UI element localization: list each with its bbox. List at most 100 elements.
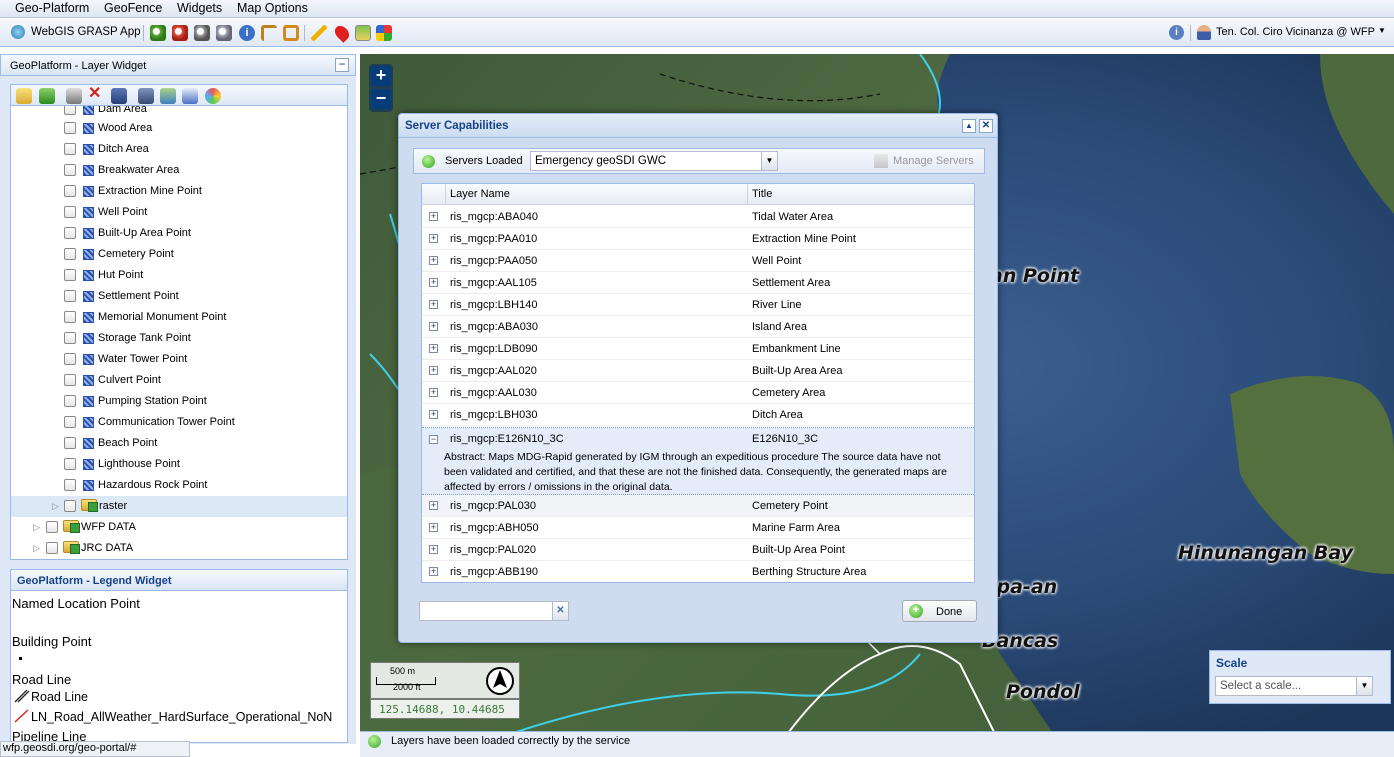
print-icon[interactable] bbox=[66, 88, 82, 104]
tree-folder-wfp-data[interactable]: ▷ WFP DATA bbox=[11, 517, 347, 538]
layer-checkbox[interactable] bbox=[64, 122, 76, 134]
expand-row-icon[interactable]: + bbox=[429, 278, 438, 287]
manage-servers-button[interactable]: Manage Servers bbox=[893, 155, 974, 167]
menu-geofence[interactable]: GeoFence bbox=[104, 1, 162, 15]
pencil-icon[interactable] bbox=[311, 25, 327, 41]
grid-row[interactable]: + ris_mgcp:LBH030 Ditch Area bbox=[422, 404, 974, 426]
tree-layer-item[interactable]: Settlement Point bbox=[11, 286, 347, 307]
expand-row-icon[interactable]: + bbox=[429, 545, 438, 554]
menu-map-options[interactable]: Map Options bbox=[237, 1, 308, 15]
tree-layer-item[interactable]: Lighthouse Point bbox=[11, 454, 347, 475]
grid-row[interactable]: + ris_mgcp:AAL030 Cemetery Area bbox=[422, 382, 974, 404]
about-icon[interactable]: i bbox=[1169, 25, 1184, 40]
tree-layer-item[interactable]: Wood Area bbox=[11, 118, 347, 139]
tree-folder-jrc-data[interactable]: ▷ JRC DATA bbox=[11, 538, 347, 559]
expand-row-icon[interactable]: + bbox=[429, 256, 438, 265]
tree-layer-item[interactable]: Breakwater Area bbox=[11, 160, 347, 181]
tree-layer-item[interactable]: Pumping Station Point bbox=[11, 391, 347, 412]
save-as-icon[interactable] bbox=[138, 88, 154, 104]
layer-checkbox[interactable] bbox=[64, 269, 76, 281]
collapse-icon[interactable]: ▲ bbox=[962, 119, 976, 133]
menu-widgets[interactable]: Widgets bbox=[177, 1, 222, 15]
google-icon[interactable] bbox=[376, 25, 392, 41]
measure-icon[interactable] bbox=[261, 25, 277, 41]
tree-layer-item[interactable]: Ditch Area bbox=[11, 139, 347, 160]
grid-row[interactable]: + ris_mgcp:ABA030 Island Area bbox=[422, 316, 974, 338]
menu-geo-platform[interactable]: Geo-Platform bbox=[15, 1, 89, 15]
layer-checkbox[interactable] bbox=[64, 206, 76, 218]
layer-checkbox[interactable] bbox=[64, 311, 76, 323]
layer-checkbox[interactable] bbox=[64, 395, 76, 407]
expand-row-icon[interactable]: + bbox=[429, 234, 438, 243]
add-folder-icon[interactable] bbox=[16, 88, 32, 104]
chevron-down-icon[interactable]: ▼ bbox=[761, 151, 778, 171]
zoom-next-icon[interactable] bbox=[216, 25, 232, 41]
chevron-down-icon[interactable]: ▼ bbox=[1356, 676, 1373, 696]
grid-row[interactable]: + ris_mgcp:PAL030 Cemetery Point bbox=[422, 495, 974, 517]
map-pin-icon[interactable] bbox=[332, 23, 352, 43]
layer-checkbox[interactable] bbox=[64, 437, 76, 449]
layer-checkbox[interactable] bbox=[64, 479, 76, 491]
grid-row[interactable]: + ris_mgcp:ABB190 Berthing Structure Area bbox=[422, 561, 974, 582]
layer-checkbox[interactable] bbox=[64, 227, 76, 239]
col-title[interactable]: Title bbox=[752, 188, 772, 200]
grid-row[interactable]: + ris_mgcp:LDB090 Embankment Line bbox=[422, 338, 974, 360]
expand-row-icon[interactable]: + bbox=[429, 366, 438, 375]
grid-row[interactable]: + ris_mgcp:ABH050 Marine Farm Area bbox=[422, 517, 974, 539]
tree-layer-item[interactable]: Cemetery Point bbox=[11, 244, 347, 265]
layer-feature-icon[interactable] bbox=[355, 25, 371, 41]
tree-layer-item[interactable]: Water Tower Point bbox=[11, 349, 347, 370]
grid-row[interactable]: + ris_mgcp:ABA040 Tidal Water Area bbox=[422, 206, 974, 228]
zoom-in-icon[interactable] bbox=[150, 25, 166, 41]
expand-row-icon[interactable]: + bbox=[429, 501, 438, 510]
layer-checkbox[interactable] bbox=[46, 521, 58, 533]
expand-row-icon[interactable]: + bbox=[429, 212, 438, 221]
grid-row[interactable]: + ris_mgcp:PAL020 Built-Up Area Point bbox=[422, 539, 974, 561]
tree-layer-item[interactable]: Extraction Mine Point bbox=[11, 181, 347, 202]
measure-area-icon[interactable] bbox=[283, 25, 299, 41]
tree-layer-item[interactable]: Culvert Point bbox=[11, 370, 347, 391]
tree-layer-item[interactable]: Hut Point bbox=[11, 265, 347, 286]
chevron-down-icon[interactable]: ▼ bbox=[1378, 26, 1386, 35]
expanded-row[interactable]: − ris_mgcp:E126N10_3C E126N10_3C Abstrac… bbox=[422, 427, 974, 495]
done-button[interactable]: + Done bbox=[902, 600, 977, 622]
expand-row-icon[interactable]: + bbox=[429, 567, 438, 576]
app-name[interactable]: WebGIS GRASP App bbox=[31, 26, 141, 38]
grid-row[interactable]: + ris_mgcp:LBH140 River Line bbox=[422, 294, 974, 316]
layer-checkbox[interactable] bbox=[46, 542, 58, 554]
search-input[interactable] bbox=[419, 601, 553, 621]
grid-row[interactable]: + ris_mgcp:AAL020 Built-Up Area Area bbox=[422, 360, 974, 382]
expand-row-icon[interactable]: + bbox=[429, 388, 438, 397]
expand-row-icon[interactable]: + bbox=[429, 344, 438, 353]
grid-row[interactable]: + ris_mgcp:AAL105 Settlement Area bbox=[422, 272, 974, 294]
collapse-icon[interactable]: − bbox=[335, 58, 349, 72]
tree-layer-item[interactable]: Well Point bbox=[11, 202, 347, 223]
zoom-out-button[interactable]: − bbox=[371, 89, 391, 109]
server-select[interactable]: Emergency geoSDI GWC bbox=[530, 151, 762, 171]
tree-layer-item[interactable]: Memorial Monument Point bbox=[11, 307, 347, 328]
layer-checkbox[interactable] bbox=[64, 500, 76, 512]
expand-row-icon[interactable]: + bbox=[429, 523, 438, 532]
palette-icon[interactable] bbox=[205, 88, 221, 104]
zoom-out-icon[interactable] bbox=[172, 25, 188, 41]
col-layer-name[interactable]: Layer Name bbox=[450, 188, 510, 200]
tree-layer-item[interactable]: Communication Tower Point bbox=[11, 412, 347, 433]
save-icon[interactable] bbox=[111, 88, 127, 104]
tree-layer-item[interactable]: Built-Up Area Point bbox=[11, 223, 347, 244]
layer-checkbox[interactable] bbox=[64, 290, 76, 302]
grid-row[interactable]: + ris_mgcp:PAA050 Well Point bbox=[422, 250, 974, 272]
layer-checkbox[interactable] bbox=[64, 458, 76, 470]
layer-checkbox[interactable] bbox=[64, 332, 76, 344]
zoom-previous-icon[interactable] bbox=[194, 25, 210, 41]
export-icon[interactable] bbox=[182, 88, 198, 104]
tree-folder-raster[interactable]: ▷ raster bbox=[11, 496, 347, 517]
clear-search-icon[interactable]: ✕ bbox=[552, 601, 569, 621]
info-icon[interactable]: i bbox=[239, 25, 255, 41]
add-layer-icon[interactable] bbox=[39, 88, 55, 104]
expand-row-icon[interactable]: + bbox=[429, 322, 438, 331]
close-icon[interactable]: ✕ bbox=[979, 119, 993, 133]
grid-row[interactable]: + ris_mgcp:PAA010 Extraction Mine Point bbox=[422, 228, 974, 250]
layer-checkbox[interactable] bbox=[64, 143, 76, 155]
scale-select[interactable]: Select a scale... bbox=[1215, 676, 1357, 696]
layer-checkbox[interactable] bbox=[64, 248, 76, 260]
